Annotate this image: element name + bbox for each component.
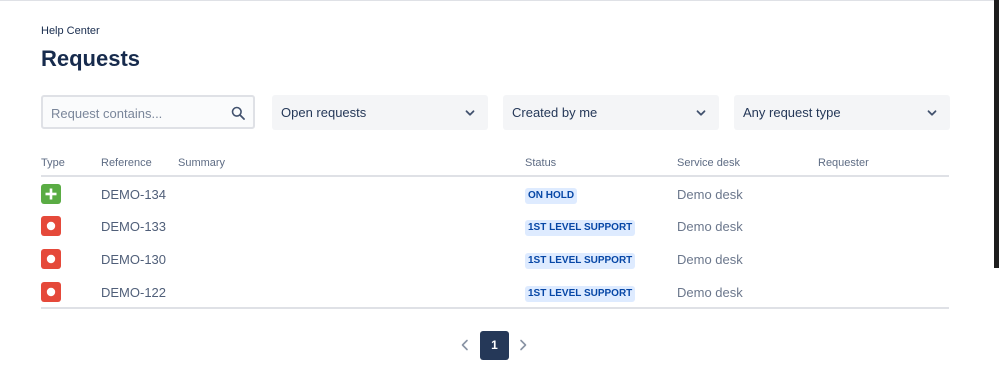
request-reference[interactable]: DEMO-133 [101,219,166,234]
page-title: Requests [41,46,141,71]
created-by-filter-label: Created by me [512,105,598,120]
status-filter-dropdown[interactable]: Open requests [272,95,488,130]
table-row[interactable]: DEMO-134 ON HOLD Demo desk [41,184,949,217]
column-header-requester[interactable]: Requester [818,157,869,169]
service-desk-name: Demo desk [677,285,743,300]
request-reference[interactable]: DEMO-130 [101,252,166,267]
table-bottom-divider [41,307,949,309]
bug-icon [41,216,61,236]
column-header-service-desk[interactable]: Service desk [677,157,740,169]
column-header-reference[interactable]: Reference [101,157,152,169]
status-filter-label: Open requests [281,105,367,120]
status-badge: ON HOLD [525,188,578,204]
top-divider [0,0,999,1]
table-header-divider [41,175,949,177]
chevron-down-icon [696,110,706,116]
plus-icon [41,184,61,204]
status-badge: 1ST LEVEL SUPPORT [525,253,636,269]
request-type-filter-dropdown[interactable]: Any request type [734,95,950,130]
status-badge: 1ST LEVEL SUPPORT [525,286,636,302]
service-desk-name: Demo desk [677,219,743,234]
request-reference[interactable]: DEMO-134 [101,187,166,202]
bug-icon [41,249,61,269]
column-header-type[interactable]: Type [41,157,65,169]
column-header-summary[interactable]: Summary [178,157,225,169]
request-type-filter-label: Any request type [743,105,841,120]
table-row[interactable]: DEMO-133 1ST LEVEL SUPPORT Demo desk [41,216,949,249]
chevron-right-icon[interactable] [516,338,530,352]
service-desk-name: Demo desk [677,252,743,267]
search-icon[interactable] [231,106,245,120]
search-input[interactable] [49,97,233,129]
table-row[interactable]: DEMO-122 1ST LEVEL SUPPORT Demo desk [41,282,949,315]
column-header-status[interactable]: Status [525,157,556,169]
chevron-down-icon [927,110,937,116]
bug-icon [41,282,61,302]
status-badge: 1ST LEVEL SUPPORT [525,220,636,236]
table-row[interactable]: DEMO-130 1ST LEVEL SUPPORT Demo desk [41,249,949,282]
service-desk-name: Demo desk [677,187,743,202]
request-reference[interactable]: DEMO-122 [101,285,166,300]
created-by-filter-dropdown[interactable]: Created by me [503,95,719,130]
breadcrumb[interactable]: Help Center [41,25,100,37]
scrollbar[interactable] [994,0,999,268]
page-button-current[interactable]: 1 [480,331,509,360]
chevron-down-icon [465,110,475,116]
chevron-left-icon[interactable] [458,338,472,352]
pagination: 1 [0,331,999,360]
search-box[interactable] [41,95,255,129]
